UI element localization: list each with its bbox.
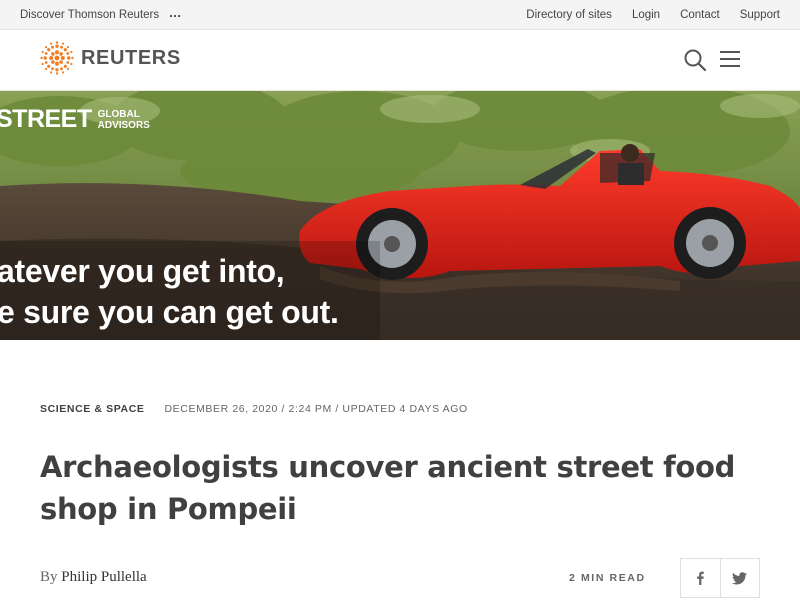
advertisement-banner[interactable]: STREET GLOBAL ADVISORS atever you get in… — [0, 91, 800, 340]
hamburger-menu-icon[interactable] — [719, 49, 741, 69]
ad-brand-logo: STREET GLOBAL ADVISORS — [0, 105, 158, 134]
facebook-icon — [697, 571, 705, 585]
discover-thomson-reuters-link[interactable]: Discover Thomson Reuters — [20, 9, 159, 21]
reuters-logo-text: REUTERS — [81, 46, 181, 69]
ad-tagline-line1: atever you get into, — [0, 253, 285, 289]
directory-of-sites-link[interactable]: Directory of sites — [526, 9, 612, 21]
article-headline: Archaeologists uncover ancient street fo… — [40, 450, 736, 526]
author-link[interactable]: Philip Pullella — [61, 569, 146, 585]
login-link[interactable]: Login — [632, 9, 660, 21]
support-link[interactable]: Support — [740, 9, 780, 21]
twitter-share-button[interactable] — [719, 559, 759, 597]
utility-links: Directory of sites Login Contact Support — [526, 0, 780, 30]
article-date: DECEMBER 26, 2020 / 2:24 PM / UPDATED 4 … — [164, 403, 468, 415]
reuters-logo[interactable]: REUTERS — [40, 41, 181, 75]
discover-group: Discover Thomson Reuters ... — [20, 0, 181, 30]
article-meta: SCIENCE & SPACE DECEMBER 26, 2020 / 2:24… — [40, 403, 468, 415]
utility-bar: Discover Thomson Reuters ... Directory o… — [0, 0, 800, 30]
site-header: REUTERS — [0, 30, 800, 91]
reuters-logo-mark-icon — [40, 41, 74, 75]
ad-tagline-line2: e sure you can get out. — [0, 294, 339, 330]
section-link[interactable]: SCIENCE & SPACE — [40, 403, 145, 415]
contact-link[interactable]: Contact — [680, 9, 720, 21]
search-icon[interactable] — [683, 48, 707, 72]
twitter-icon — [732, 571, 748, 584]
byline: By Philip Pullella — [40, 569, 147, 586]
facebook-share-button[interactable] — [681, 559, 720, 597]
ellipsis-icon[interactable]: ... — [169, 5, 181, 20]
ad-brand-name: STREET — [0, 105, 92, 133]
ad-brand-sub: GLOBAL ADVISORS — [97, 108, 150, 131]
byline-prefix: By — [40, 569, 58, 585]
read-time: 2 MIN READ — [569, 572, 646, 584]
share-buttons — [680, 558, 760, 598]
